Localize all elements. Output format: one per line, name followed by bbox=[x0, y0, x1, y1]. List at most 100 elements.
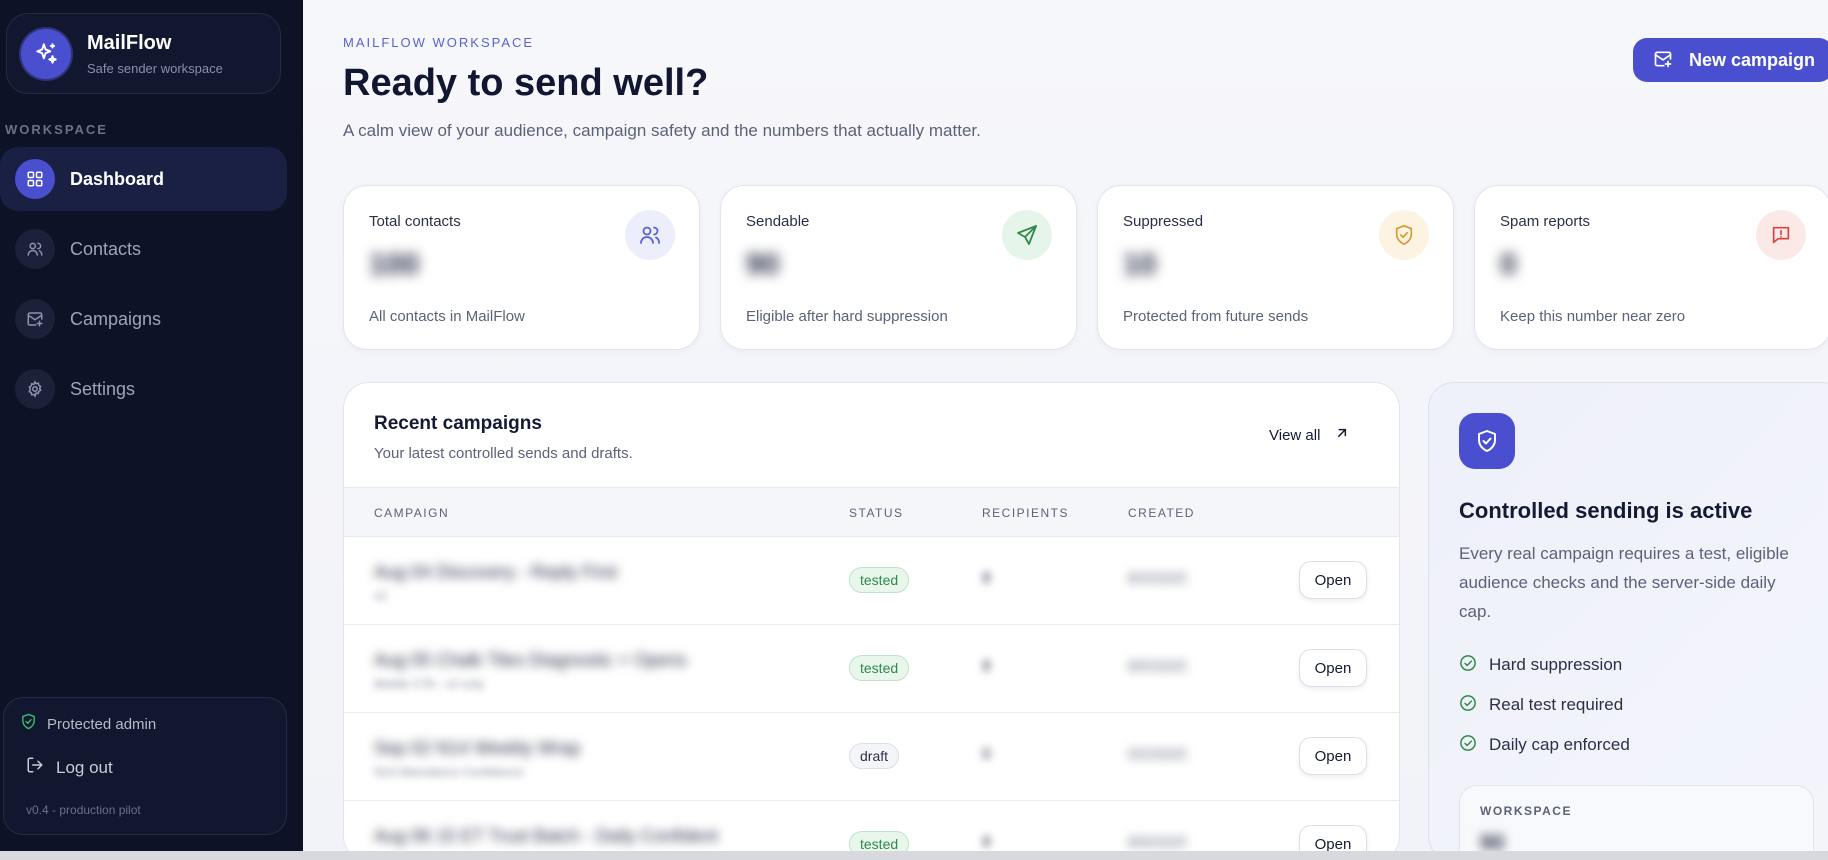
recipients-count: 8 bbox=[982, 658, 991, 675]
version-text: v0.4 - production pilot bbox=[26, 803, 141, 817]
users-icon bbox=[15, 229, 55, 269]
brand-subtitle: Safe sender workspace bbox=[87, 60, 223, 76]
check-item: Daily cap enforced bbox=[1459, 725, 1630, 765]
sidebar-item-dashboard[interactable]: Dashboard bbox=[0, 147, 287, 211]
campaign-meta: N14 Attendance Confidence bbox=[374, 765, 524, 779]
page-title: Ready to send well? bbox=[343, 62, 709, 104]
sidebar-item-settings[interactable]: Settings bbox=[0, 357, 287, 421]
grid-icon bbox=[15, 159, 55, 199]
open-button[interactable]: Open bbox=[1299, 649, 1367, 687]
send-icon bbox=[1002, 210, 1052, 260]
logout-button[interactable]: Log out bbox=[26, 756, 113, 779]
sidebar-item-label: Dashboard bbox=[70, 168, 165, 189]
created-date: 8/6/2025 bbox=[1128, 834, 1187, 851]
users-icon bbox=[625, 210, 675, 260]
table-header: CAMPAIGN STATUS RECIPIENTS CREATED bbox=[344, 487, 1399, 537]
campaign-meta: v2 bbox=[374, 589, 387, 603]
stat-description: All contacts in MailFlow bbox=[369, 308, 525, 325]
check-circle-icon bbox=[1459, 734, 1477, 757]
shield-icon bbox=[1459, 413, 1515, 469]
stat-title: Total contacts bbox=[369, 213, 461, 230]
created-date: 8/4/2025 bbox=[1128, 570, 1187, 587]
new-campaign-button[interactable]: New campaign bbox=[1633, 38, 1828, 82]
safety-checklist: Hard suppression Real test required Dail… bbox=[1459, 645, 1630, 765]
open-button[interactable]: Open bbox=[1299, 561, 1367, 599]
stat-value: 10 bbox=[1123, 248, 1157, 281]
mail-plus-icon bbox=[1653, 49, 1673, 72]
sidebar-nav: Dashboard Contacts Campaigns Settings bbox=[0, 147, 287, 427]
sidebar-item-label: Campaigns bbox=[70, 308, 162, 329]
stat-card-suppressed: Suppressed 10 Protected from future send… bbox=[1097, 185, 1454, 350]
sparkle-icon bbox=[21, 28, 71, 79]
recipients-count: 0 bbox=[982, 746, 991, 763]
arrow-up-right-icon bbox=[1334, 425, 1350, 446]
stat-title: Suppressed bbox=[1123, 213, 1204, 230]
created-date: 8/5/2025 bbox=[1128, 658, 1187, 675]
nav-section-label: WORKSPACE bbox=[5, 122, 108, 137]
stat-value: 100 bbox=[369, 248, 420, 281]
workspace-card: WORKSPACE 90 bbox=[1459, 785, 1814, 860]
recipients-count: 8 bbox=[982, 570, 991, 587]
alert-icon bbox=[1756, 210, 1806, 260]
recipients-count: 8 bbox=[982, 834, 991, 851]
stat-title: Spam reports bbox=[1500, 213, 1591, 230]
sidebar-item-contacts[interactable]: Contacts bbox=[0, 217, 287, 281]
brand-name: MailFlow bbox=[87, 31, 172, 54]
stats-row: Total contacts 100 All contacts in MailF… bbox=[343, 185, 1828, 350]
sidebar-item-campaigns[interactable]: Campaigns bbox=[0, 287, 287, 351]
status-badge: tested bbox=[849, 655, 910, 681]
check-item: Hard suppression bbox=[1459, 645, 1630, 685]
check-circle-icon bbox=[1459, 654, 1477, 677]
page-subtitle: A calm view of your audience, campaign s… bbox=[343, 121, 981, 140]
view-all-label: View all bbox=[1269, 427, 1321, 444]
mail-plus-icon bbox=[15, 299, 55, 339]
view-all-link[interactable]: View all bbox=[1269, 425, 1350, 446]
sidebar-item-label: Contacts bbox=[70, 238, 142, 259]
logout-label: Log out bbox=[56, 757, 113, 777]
check-circle-icon bbox=[1459, 694, 1477, 717]
window-bottom-edge bbox=[0, 851, 1828, 860]
check-label: Hard suppression bbox=[1489, 655, 1623, 674]
column-header: RECIPIENTS bbox=[982, 506, 1070, 520]
stat-description: Eligible after hard suppression bbox=[746, 308, 948, 325]
safety-description: Every real campaign requires a test, eli… bbox=[1459, 544, 1789, 621]
campaign-meta: Mobile CTA - v2 only bbox=[374, 677, 484, 691]
shield-icon bbox=[1379, 210, 1429, 260]
panel-subtitle: Your latest controlled sends and drafts. bbox=[374, 445, 633, 462]
campaign-name: Aug 06 15 ET Trust Batch - Daily Confide… bbox=[374, 826, 718, 846]
column-header: CAMPAIGN bbox=[374, 506, 450, 520]
status-badge: draft bbox=[849, 743, 900, 769]
admin-status: Protected admin bbox=[20, 713, 156, 735]
safety-title: Controlled sending is active bbox=[1459, 498, 1753, 523]
status-badge: tested bbox=[849, 567, 910, 593]
stat-title: Sendable bbox=[746, 213, 810, 230]
page-eyebrow: MAILFLOW WORKSPACE bbox=[343, 35, 535, 50]
stat-card-spam-reports: Spam reports 0 Keep this number near zer… bbox=[1474, 185, 1828, 350]
new-campaign-label: New campaign bbox=[1689, 49, 1816, 70]
table-row: Aug 05 Chalk Tiles Diagnostic + Opens Mo… bbox=[344, 625, 1399, 713]
app-window: MailFlow Safe sender workspace WORKSPACE… bbox=[0, 0, 1828, 860]
gear-icon bbox=[15, 369, 55, 409]
sidebar-item-label: Settings bbox=[70, 378, 136, 399]
panel-title: Recent campaigns bbox=[374, 413, 542, 434]
main-content: MAILFLOW WORKSPACE Ready to send well? A… bbox=[303, 0, 1828, 860]
sidebar: MailFlow Safe sender workspace WORKSPACE… bbox=[0, 0, 303, 851]
created-date: 9/2/2025 bbox=[1128, 746, 1187, 763]
check-label: Daily cap enforced bbox=[1489, 735, 1630, 754]
workspace-label: WORKSPACE bbox=[1480, 804, 1572, 818]
recent-campaigns-panel: Recent campaigns Your latest controlled … bbox=[343, 382, 1400, 860]
shield-check-icon bbox=[20, 713, 37, 735]
open-button[interactable]: Open bbox=[1299, 737, 1367, 775]
logout-icon bbox=[26, 756, 44, 779]
column-header: CREATED bbox=[1128, 506, 1195, 520]
stat-value: 0 bbox=[1500, 248, 1517, 281]
controlled-sending-panel: Controlled sending is active Every real … bbox=[1428, 382, 1828, 860]
stat-description: Protected from future sends bbox=[1123, 308, 1309, 325]
table-row: Sep 02 N14 Weekly Wrap N14 Attendance Co… bbox=[344, 713, 1399, 801]
admin-label: Protected admin bbox=[47, 715, 157, 733]
campaign-name: Aug 04 Discovery - Reply First bbox=[374, 562, 618, 582]
table-row: Aug 04 Discovery - Reply First v2 tested… bbox=[344, 537, 1399, 625]
brand-card[interactable]: MailFlow Safe sender workspace bbox=[6, 13, 281, 94]
stat-value: 90 bbox=[746, 248, 780, 281]
stat-card-sendable: Sendable 90 Eligible after hard suppress… bbox=[720, 185, 1077, 350]
